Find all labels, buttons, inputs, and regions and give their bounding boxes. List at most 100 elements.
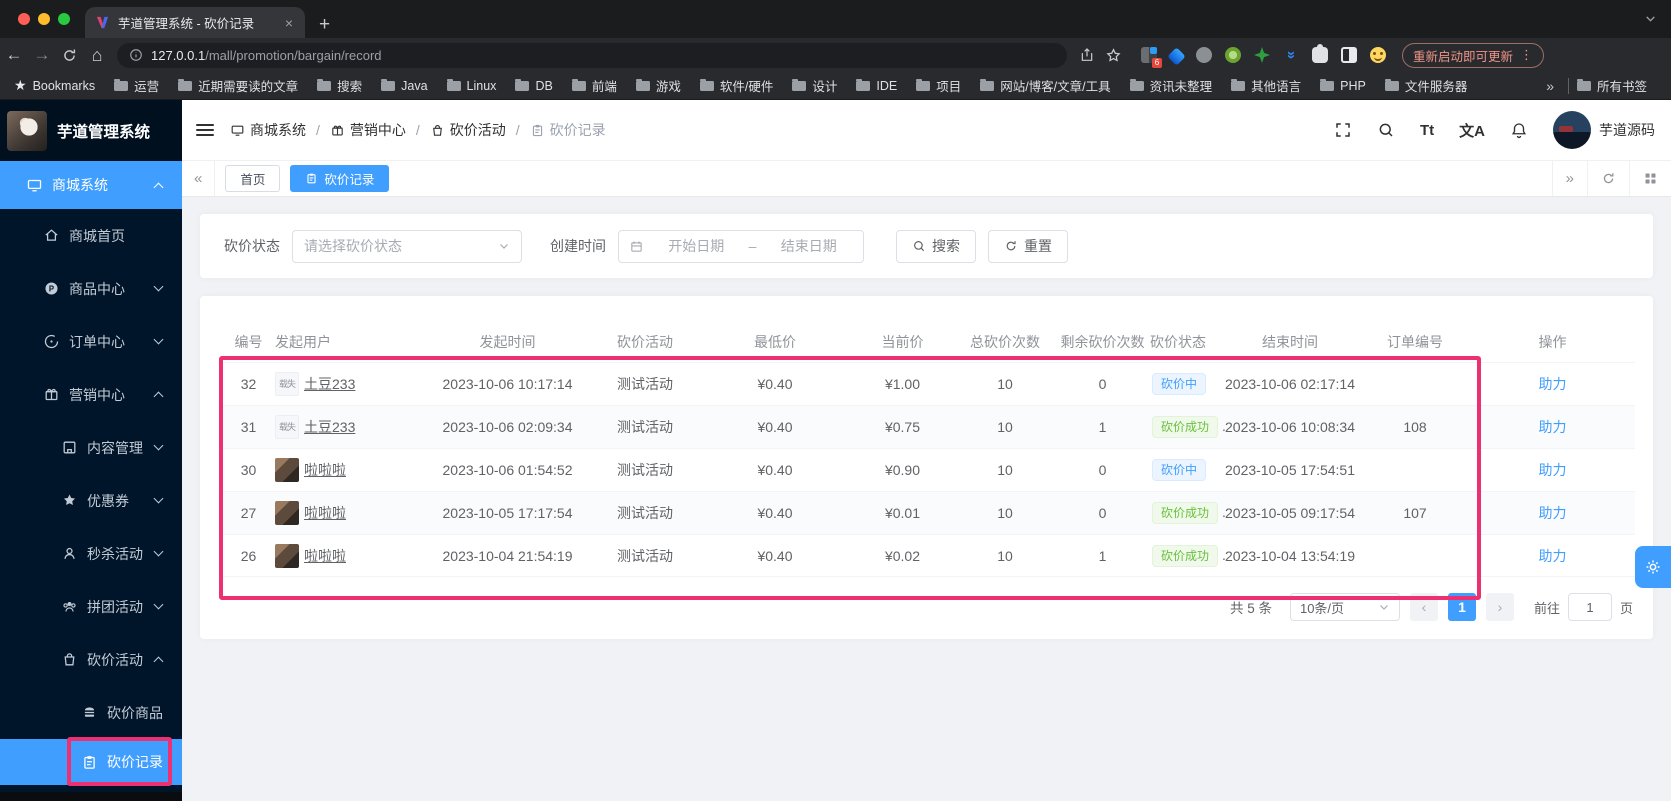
goto-page-input[interactable] bbox=[1567, 593, 1612, 621]
sidebar-item-coupon[interactable]: 优惠券 bbox=[0, 474, 182, 527]
bookmark-folder[interactable]: 项目 bbox=[916, 76, 961, 95]
minimize-window-button[interactable] bbox=[38, 13, 50, 25]
bookmark-label: 网站/博客/文章/工具 bbox=[1000, 80, 1111, 94]
breadcrumb-item[interactable]: 砍价活动 bbox=[430, 120, 506, 140]
bookmark-folder[interactable]: 搜索 bbox=[317, 76, 362, 95]
tab-bargain-record[interactable]: 砍价记录 bbox=[290, 165, 390, 192]
share-icon[interactable] bbox=[1079, 47, 1095, 63]
extensions-puzzle-icon[interactable] bbox=[1312, 44, 1328, 63]
bookmarks-overflow-icon[interactable]: » bbox=[1532, 78, 1568, 94]
close-tab-icon[interactable]: × bbox=[283, 15, 295, 31]
bookmark-folder[interactable]: Linux bbox=[446, 78, 496, 93]
sidebar-item-content-management[interactable]: 内容管理 bbox=[0, 421, 182, 474]
reload-icon[interactable] bbox=[61, 47, 78, 64]
bookmark-folder[interactable]: 前端 bbox=[571, 76, 617, 95]
assist-link[interactable]: 助力 bbox=[1539, 505, 1567, 521]
sidebar-item-group-buy[interactable]: 拼团活动 bbox=[0, 580, 182, 633]
page-size-select[interactable]: 10条/页 bbox=[1289, 593, 1400, 621]
end-date-placeholder[interactable]: 结束日期 bbox=[764, 236, 853, 256]
bookmark-folder[interactable]: 运营 bbox=[114, 76, 159, 95]
bookmark-folder[interactable]: 游戏 bbox=[635, 76, 681, 95]
sidebar-item-seckill[interactable]: 秒杀活动 bbox=[0, 527, 182, 580]
all-bookmarks-button[interactable]: 所有书签 bbox=[1576, 76, 1647, 95]
maximize-window-button[interactable] bbox=[58, 13, 70, 25]
sidebar-item-bargain-record[interactable]: 砍价记录 bbox=[0, 739, 182, 785]
sidebar-item-order-center[interactable]: 订单中心 bbox=[0, 315, 182, 368]
browser-update-button[interactable]: 重新启动即可更新 ⋮ bbox=[1402, 42, 1545, 68]
page-number-button[interactable]: 1 bbox=[1447, 593, 1476, 621]
layout-grid-icon[interactable] bbox=[1629, 161, 1671, 196]
bookmark-folder[interactable]: 软件/硬件 bbox=[699, 76, 773, 95]
clover-extension-icon[interactable] bbox=[1254, 47, 1270, 63]
next-page-button[interactable]: › bbox=[1485, 593, 1514, 621]
new-tab-button[interactable]: + bbox=[319, 15, 330, 34]
sidebar-item-bargain-goods[interactable]: 砍价商品 bbox=[0, 686, 182, 739]
bookmark-folder[interactable]: 网站/博客/文章/工具 bbox=[980, 76, 1111, 95]
green-dot-extension-icon[interactable] bbox=[1225, 47, 1241, 63]
browser-menu-icon[interactable]: ⋮ bbox=[1520, 47, 1533, 63]
sidebar-item-bargain-activity[interactable]: 砍价活动 bbox=[0, 633, 182, 686]
bell-icon[interactable] bbox=[1510, 121, 1528, 139]
sidebar-item-mall-home[interactable]: 商城首页 bbox=[0, 209, 182, 262]
user-link[interactable]: 啦啦啦 bbox=[304, 503, 346, 523]
start-date-placeholder[interactable]: 开始日期 bbox=[652, 236, 741, 256]
close-window-button[interactable] bbox=[18, 13, 30, 25]
bookmark-folder[interactable]: 文件服务器 bbox=[1384, 76, 1467, 95]
kite-extension-icon[interactable] bbox=[1167, 46, 1186, 66]
tags-scroll-right-icon[interactable]: » bbox=[1551, 161, 1587, 196]
forward-icon[interactable]: → bbox=[28, 45, 56, 65]
tags-scroll-left-icon[interactable]: « bbox=[182, 161, 216, 196]
bookmark-folder[interactable]: 资讯未整理 bbox=[1129, 76, 1212, 95]
user-link[interactable]: 啦啦啦 bbox=[304, 546, 346, 566]
bookmark-folder[interactable]: DB bbox=[515, 78, 553, 93]
bookmark-folder[interactable]: 设计 bbox=[792, 76, 837, 95]
search-icon[interactable] bbox=[1377, 121, 1395, 139]
browser-tab[interactable]: 芋道管理系统 - 砍价记录 × bbox=[85, 7, 305, 38]
bookmark-star-icon[interactable] bbox=[1105, 47, 1122, 64]
user-menu[interactable]: 芋道源码 bbox=[1553, 111, 1655, 149]
tab-search-icon[interactable] bbox=[1644, 12, 1657, 25]
search-button[interactable]: 搜索 bbox=[896, 229, 976, 263]
userscript-extension-icon[interactable]: 6 bbox=[1141, 47, 1162, 68]
user-link[interactable]: 啦啦啦 bbox=[304, 460, 346, 480]
bookmark-folder[interactable]: IDE bbox=[856, 78, 897, 93]
prev-page-button[interactable]: ‹ bbox=[1409, 593, 1438, 621]
back-icon[interactable]: ← bbox=[0, 45, 28, 65]
bookmark-folder[interactable]: Java bbox=[381, 78, 428, 93]
user-link[interactable]: 土豆233 bbox=[304, 417, 355, 437]
emoji-extension-icon[interactable] bbox=[1370, 47, 1386, 63]
site-info-icon[interactable] bbox=[129, 48, 143, 62]
tab-home[interactable]: 首页 bbox=[225, 165, 281, 192]
breadcrumb-item[interactable]: 商城系统 bbox=[230, 120, 306, 140]
bookmark-folder[interactable]: 近期需要读的文章 bbox=[178, 76, 298, 95]
refresh-page-icon[interactable] bbox=[1587, 161, 1629, 196]
reset-button[interactable]: 重置 bbox=[988, 229, 1068, 263]
assist-link[interactable]: 助力 bbox=[1539, 462, 1567, 478]
fullscreen-icon[interactable] bbox=[1334, 121, 1352, 139]
assist-link[interactable]: 助力 bbox=[1539, 548, 1567, 564]
double-chevron-extension-icon[interactable]: » bbox=[1283, 47, 1300, 63]
bookmark-folder[interactable]: 其他语言 bbox=[1231, 76, 1301, 95]
user-avatar-broken: 载失 bbox=[275, 372, 299, 396]
assist-link[interactable]: 助力 bbox=[1539, 376, 1567, 392]
home-icon[interactable]: ⌂ bbox=[83, 45, 111, 66]
app-logo[interactable]: 芋道管理系统 bbox=[0, 100, 182, 161]
theme-settings-button[interactable] bbox=[1635, 546, 1671, 588]
font-size-icon[interactable]: Tt bbox=[1420, 122, 1434, 139]
sidebar-item-marketing-center[interactable]: 营销中心 bbox=[0, 368, 182, 421]
bookmark-folder[interactable]: PHP bbox=[1320, 78, 1366, 93]
user-link[interactable]: 土豆233 bbox=[304, 374, 355, 394]
date-range-picker[interactable]: 开始日期 – 结束日期 bbox=[618, 229, 864, 263]
sidebar-item-mall-system[interactable]: 商城系统 bbox=[0, 161, 182, 209]
bookmarks-apps[interactable]: ★ Bookmarks bbox=[14, 77, 95, 94]
cell-user: 载失 土豆233 bbox=[275, 372, 425, 396]
globe-extension-icon[interactable] bbox=[1196, 47, 1212, 63]
split-screen-extension-icon[interactable] bbox=[1341, 47, 1357, 63]
locale-icon[interactable]: 文A bbox=[1459, 120, 1485, 141]
assist-link[interactable]: 助力 bbox=[1539, 419, 1567, 435]
address-bar[interactable]: 127.0.0.1/mall/promotion/bargain/record bbox=[117, 42, 1067, 68]
sidebar-item-product-center[interactable]: P 商品中心 bbox=[0, 262, 182, 315]
breadcrumb-item[interactable]: 营销中心 bbox=[330, 120, 406, 140]
status-select[interactable]: 请选择砍价状态 bbox=[292, 229, 522, 263]
collapse-menu-icon[interactable] bbox=[196, 121, 214, 139]
